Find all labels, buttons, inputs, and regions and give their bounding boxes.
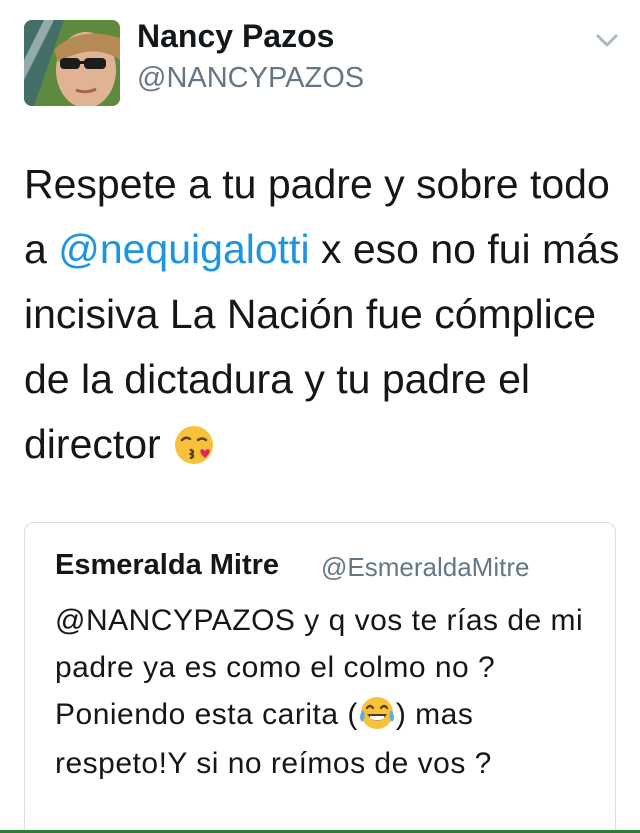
mention-link[interactable]: @nequigalotti	[58, 226, 309, 272]
quoted-author-name: Esmeralda Mitre	[55, 549, 280, 581]
author-name[interactable]: Nancy Pazos	[137, 18, 334, 55]
quoted-tweet-text: @NANCYPAZOS y q vos te rías de mi padre …	[55, 597, 595, 787]
quoted-author-handle: @EsmeraldaMitre	[321, 552, 530, 582]
quoted-tweet[interactable]: Esmeralda Mitre @EsmeraldaMitre @NANCYPA…	[24, 522, 616, 833]
quoted-text-part1: @NANCYPAZOS y q vos te rías de mi padre …	[55, 604, 584, 731]
avatar-photo-icon	[24, 20, 120, 106]
author-avatar[interactable]	[24, 20, 120, 106]
chevron-down-icon[interactable]	[590, 30, 624, 54]
face-blowing-kiss-icon	[172, 415, 216, 480]
author-handle[interactable]: @NANCYPAZOS	[137, 62, 364, 95]
tweet-text: Respete a tu padre y sobre todo a @nequi…	[24, 152, 624, 480]
tweet-card: Nancy Pazos @NANCYPAZOS Respete a tu pad…	[0, 0, 640, 833]
face-with-tears-of-joy-icon	[358, 693, 396, 740]
